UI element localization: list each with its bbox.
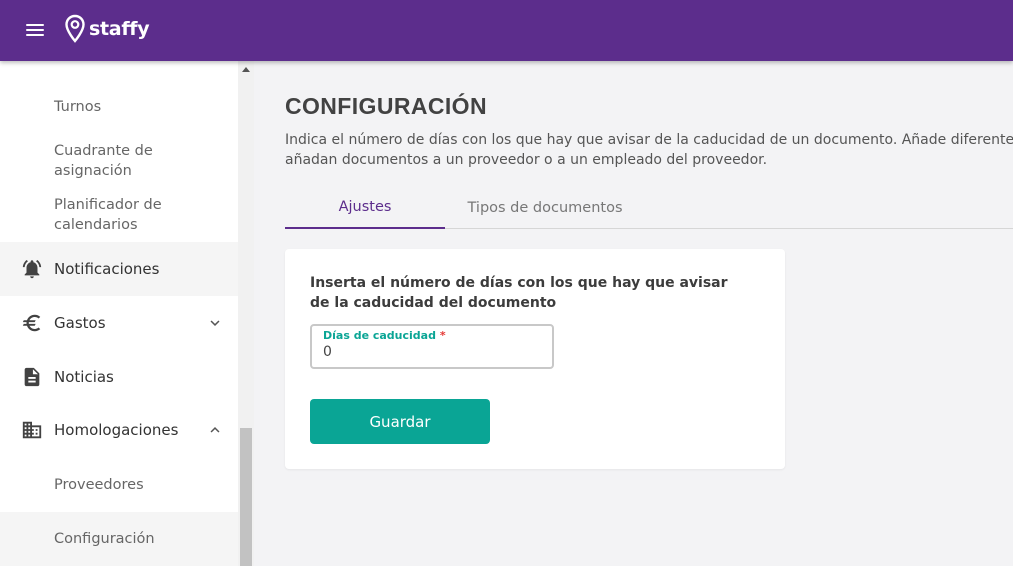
- card-instruction: Inserta el número de días con los que ha…: [310, 275, 728, 311]
- scroll-up-arrow-icon[interactable]: [242, 67, 250, 72]
- sidebar-item-label: Gastos: [54, 314, 106, 332]
- chevron-up-icon[interactable]: [206, 421, 224, 439]
- sidebar-item-homologaciones[interactable]: Homologaciones: [0, 403, 238, 457]
- sidebar-item-turnos[interactable]: Turnos: [54, 97, 101, 117]
- euro-icon: [21, 312, 43, 334]
- sidebar-item-label: Notificaciones: [54, 260, 160, 278]
- tab-ajustes[interactable]: Ajustes: [285, 187, 445, 229]
- tab-bar: Ajustes Tipos de documentos: [285, 187, 1013, 229]
- settings-card: Inserta el número de días con los que ha…: [285, 249, 785, 469]
- hamburger-menu-icon[interactable]: [24, 19, 46, 41]
- tab-tipos-de-documentos[interactable]: Tipos de documentos: [445, 187, 645, 228]
- required-mark: *: [439, 329, 446, 342]
- app-name: staffy: [89, 18, 150, 40]
- document-icon: [21, 366, 43, 388]
- sidebar-item-gastos[interactable]: Gastos: [0, 296, 238, 350]
- sidebar: Turnos Cuadrante de asignación Planifica…: [0, 61, 238, 566]
- field-label: Días de caducidad *: [323, 329, 446, 342]
- sidebar-item-label: Noticias: [54, 368, 114, 386]
- dias-caducidad-field[interactable]: Días de caducidad *: [310, 324, 554, 369]
- bell-icon: [21, 258, 43, 280]
- top-app-bar: staffy: [0, 0, 1013, 61]
- sidebar-scrollbar[interactable]: [238, 61, 254, 566]
- location-pin-icon: [65, 14, 85, 43]
- sidebar-item-label: Homologaciones: [54, 421, 179, 439]
- sidebar-item-configuracion[interactable]: Configuración: [0, 512, 238, 566]
- sidebar-item-noticias[interactable]: Noticias: [0, 350, 238, 404]
- chevron-down-icon[interactable]: [206, 314, 224, 332]
- save-button[interactable]: Guardar: [310, 399, 490, 444]
- description-line: Indica el número de días con los que hay…: [285, 132, 1013, 148]
- sidebar-item-cuadrante[interactable]: Cuadrante de asignación: [54, 141, 204, 181]
- app-logo[interactable]: staffy: [64, 12, 150, 46]
- sidebar-item-planificador[interactable]: Planificador de calendarios: [54, 195, 204, 235]
- page-title: CONFIGURACIÓN: [285, 93, 487, 119]
- description-line: añadan documentos a un proveedor o a un …: [285, 152, 768, 168]
- building-icon: [21, 419, 43, 441]
- page-description: Indica el número de días con los que hay…: [285, 130, 1013, 170]
- sidebar-item-notificaciones[interactable]: Notificaciones: [0, 242, 238, 296]
- dias-caducidad-input[interactable]: [323, 342, 543, 362]
- sidebar-item-proveedores[interactable]: Proveedores: [54, 475, 144, 495]
- scroll-thumb[interactable]: [240, 428, 252, 566]
- sidebar-item-label: Configuración: [54, 531, 155, 547]
